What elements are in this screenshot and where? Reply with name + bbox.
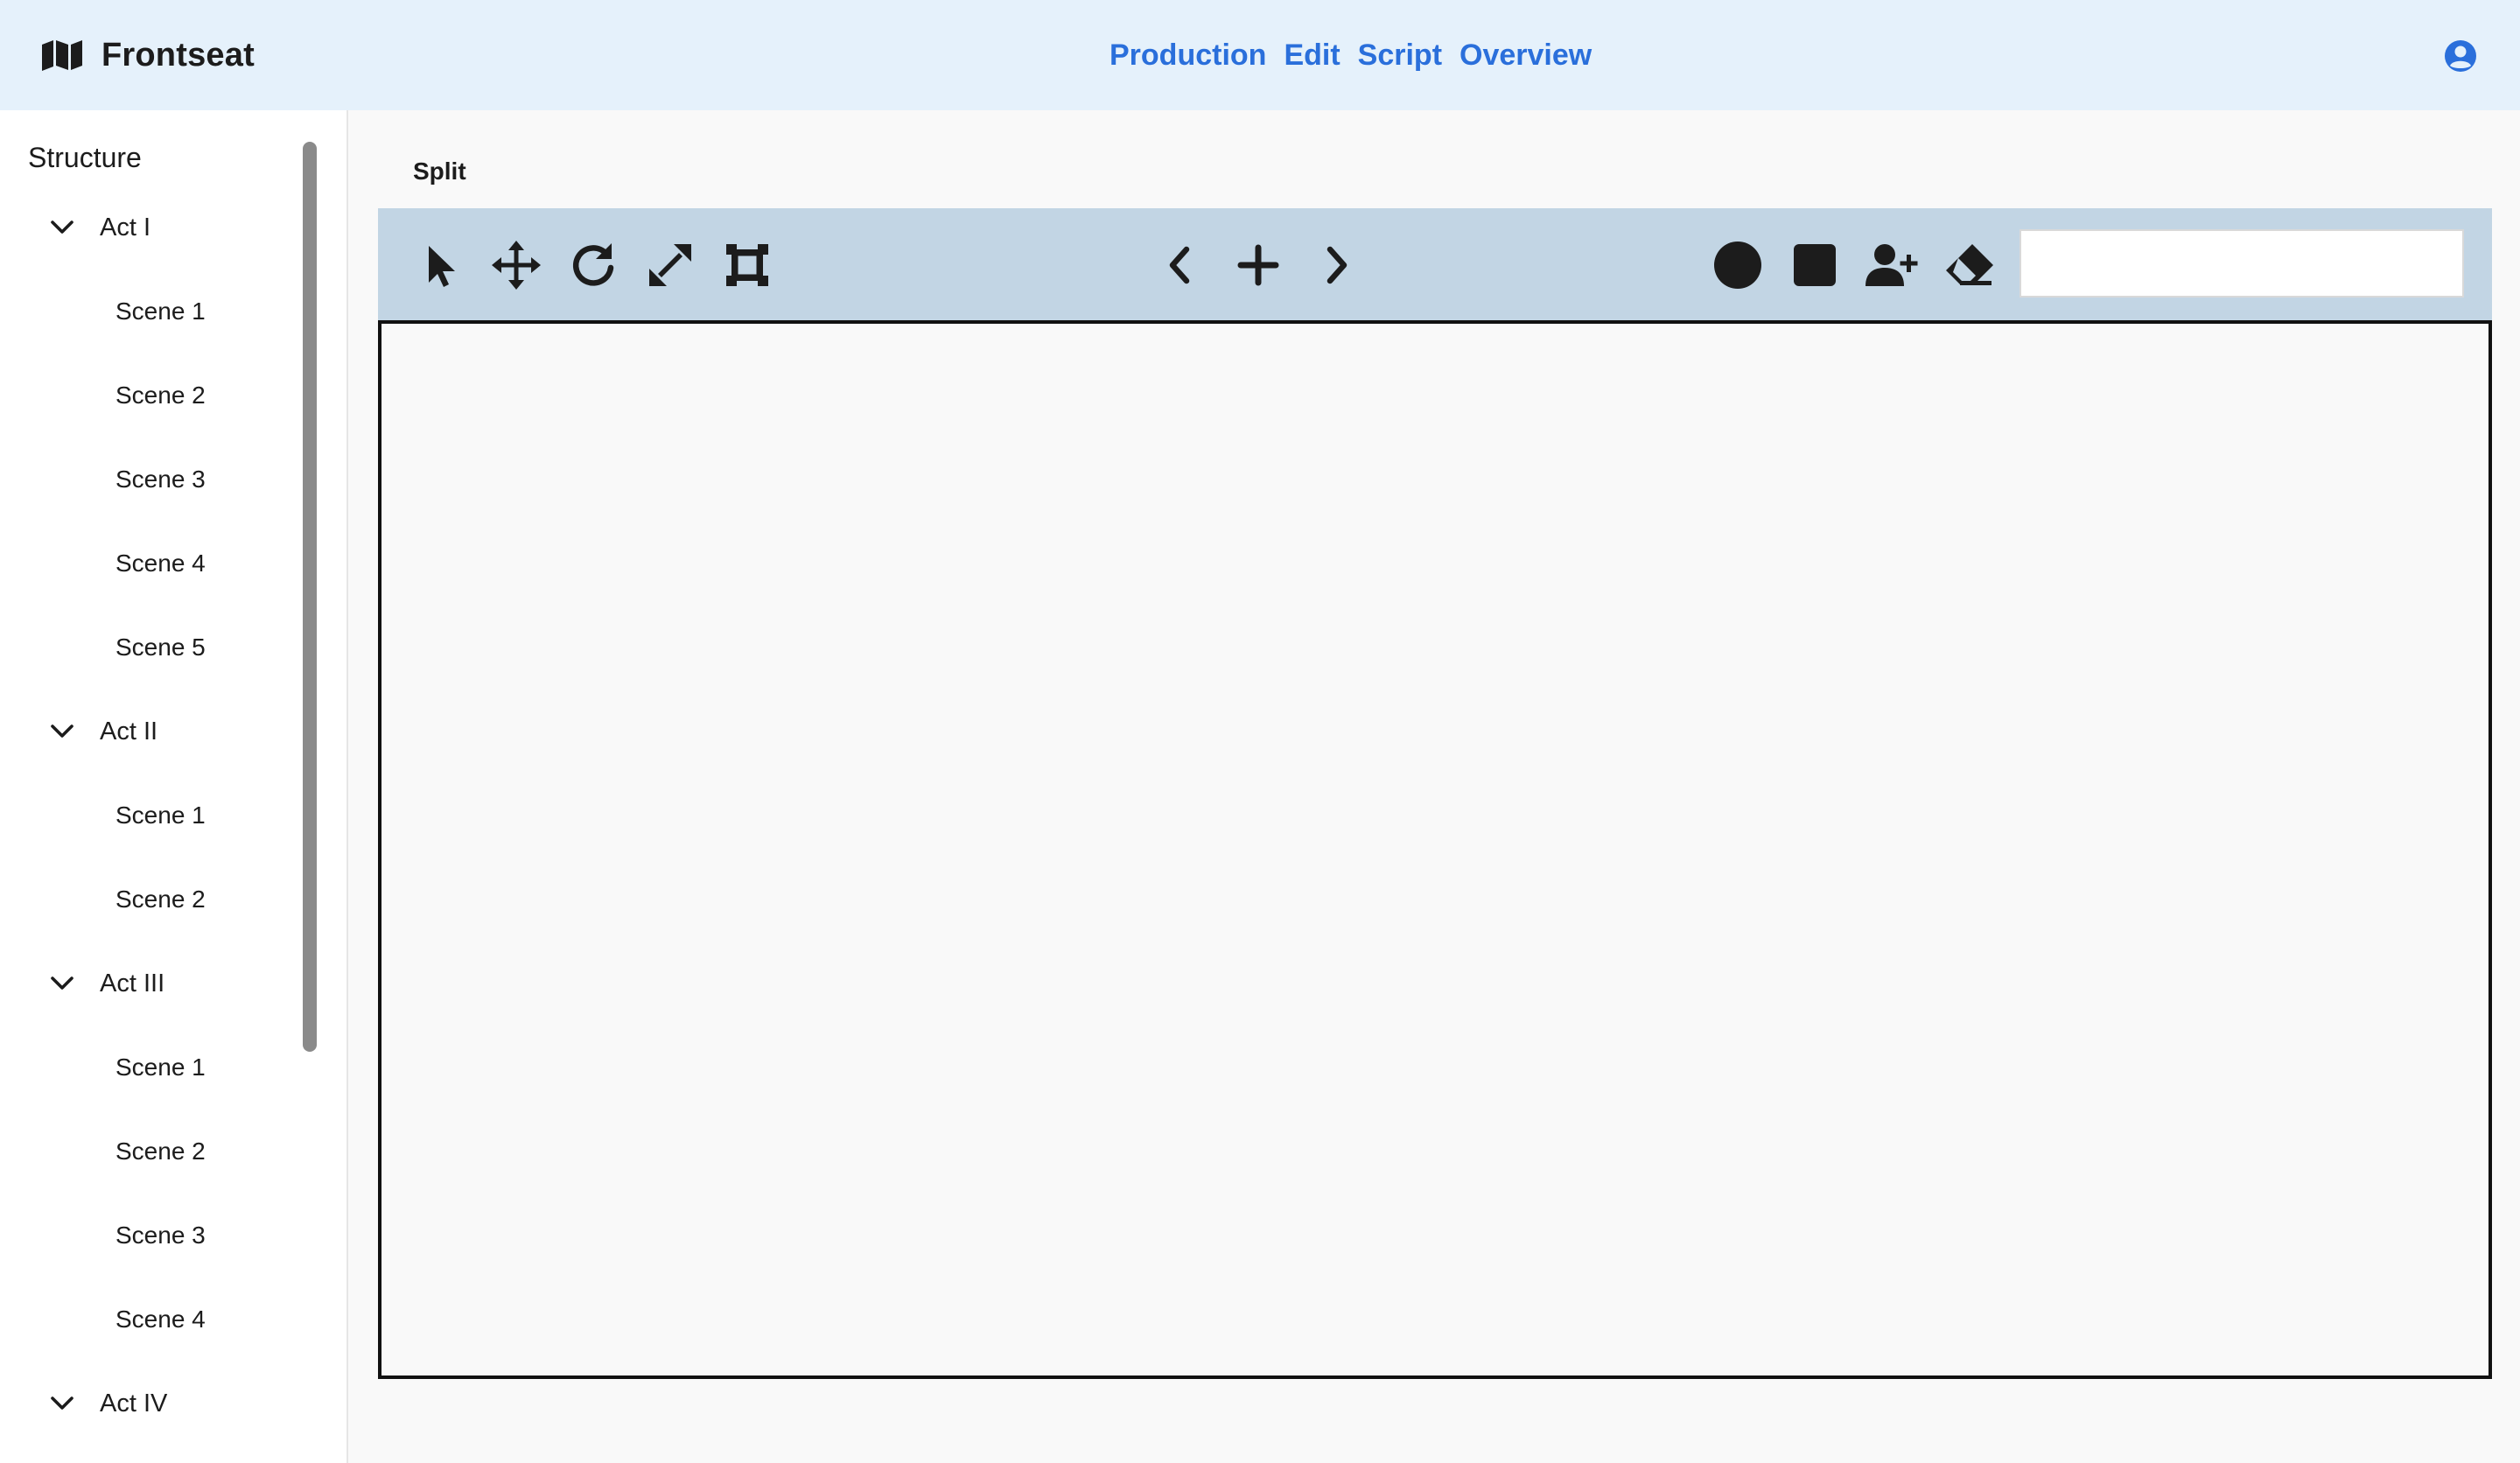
circle-icon[interactable] bbox=[1710, 237, 1766, 293]
resize-icon[interactable] bbox=[642, 237, 698, 293]
tree-scene[interactable]: Scene 4 bbox=[0, 522, 298, 606]
chevron-right-icon[interactable] bbox=[1307, 237, 1363, 293]
structure-tree: Act I Scene 1 Scene 2 Scene 3 Scene 4 Sc… bbox=[0, 186, 298, 1446]
tab-split[interactable]: Split bbox=[413, 158, 466, 186]
toolbar-text-input[interactable] bbox=[2020, 229, 2464, 298]
pointer-icon[interactable] bbox=[411, 237, 467, 293]
crop-frame-icon[interactable] bbox=[719, 237, 775, 293]
tree-act-3[interactable]: Act III bbox=[0, 942, 298, 1026]
tree-scene[interactable]: Scene 1 bbox=[0, 774, 298, 858]
editor-toolbar bbox=[378, 208, 2492, 322]
user-circle-icon[interactable] bbox=[2443, 38, 2478, 74]
app-name: Frontseat bbox=[102, 36, 255, 74]
move-icon[interactable] bbox=[488, 237, 544, 293]
tree-scene[interactable]: Scene 2 bbox=[0, 858, 298, 942]
sidebar-scrollbar[interactable] bbox=[303, 142, 317, 1052]
tree-scene[interactable]: Scene 3 bbox=[0, 1194, 298, 1278]
brand[interactable]: Frontseat bbox=[42, 0, 255, 110]
tree-act-4[interactable]: Act IV bbox=[0, 1362, 298, 1446]
tree-scene[interactable]: Scene 2 bbox=[0, 354, 298, 438]
top-header: Frontseat Production Edit Script Overvie… bbox=[0, 0, 2520, 110]
tree-scene[interactable]: Scene 2 bbox=[0, 1110, 298, 1194]
act-label: Act I bbox=[100, 213, 151, 242]
add-person-icon[interactable] bbox=[1864, 237, 1920, 293]
nav-edit[interactable]: Edit bbox=[1284, 38, 1340, 73]
plus-icon[interactable] bbox=[1230, 237, 1286, 293]
tree-scene[interactable]: Scene 5 bbox=[0, 606, 298, 690]
tree-scene[interactable]: Scene 4 bbox=[0, 1278, 298, 1362]
chevron-down-icon[interactable] bbox=[47, 213, 77, 242]
chevron-down-icon[interactable] bbox=[47, 1389, 77, 1418]
tree-scene[interactable]: Scene 1 bbox=[0, 1026, 298, 1110]
tree-act-2[interactable]: Act II bbox=[0, 690, 298, 774]
square-icon[interactable] bbox=[1787, 237, 1843, 293]
nav-script[interactable]: Script bbox=[1358, 38, 1442, 73]
structure-sidebar: Structure Act I Scene 1 Scene 2 Scene 3 … bbox=[0, 110, 348, 1463]
chevron-down-icon[interactable] bbox=[47, 717, 77, 746]
nav-overview[interactable]: Overview bbox=[1460, 38, 1592, 73]
sidebar-title: Structure bbox=[28, 142, 142, 173]
tree-scene[interactable]: Scene 1 bbox=[0, 270, 298, 354]
main-nav: Production Edit Script Overview bbox=[1110, 0, 1592, 110]
act-label: Act II bbox=[100, 717, 158, 746]
tree-scene[interactable]: Scene 3 bbox=[0, 438, 298, 522]
eraser-icon[interactable] bbox=[1941, 237, 1997, 293]
stage-canvas[interactable] bbox=[378, 320, 2492, 1379]
act-label: Act IV bbox=[100, 1389, 168, 1418]
tree-act-1[interactable]: Act I bbox=[0, 186, 298, 270]
chevron-left-icon[interactable] bbox=[1153, 237, 1209, 293]
rotate-icon[interactable] bbox=[565, 237, 621, 293]
nav-production[interactable]: Production bbox=[1110, 38, 1266, 73]
chevron-down-icon[interactable] bbox=[47, 969, 77, 998]
main-panel: Split bbox=[350, 110, 2520, 1463]
act-label: Act III bbox=[100, 969, 165, 998]
map-icon bbox=[42, 39, 82, 71]
